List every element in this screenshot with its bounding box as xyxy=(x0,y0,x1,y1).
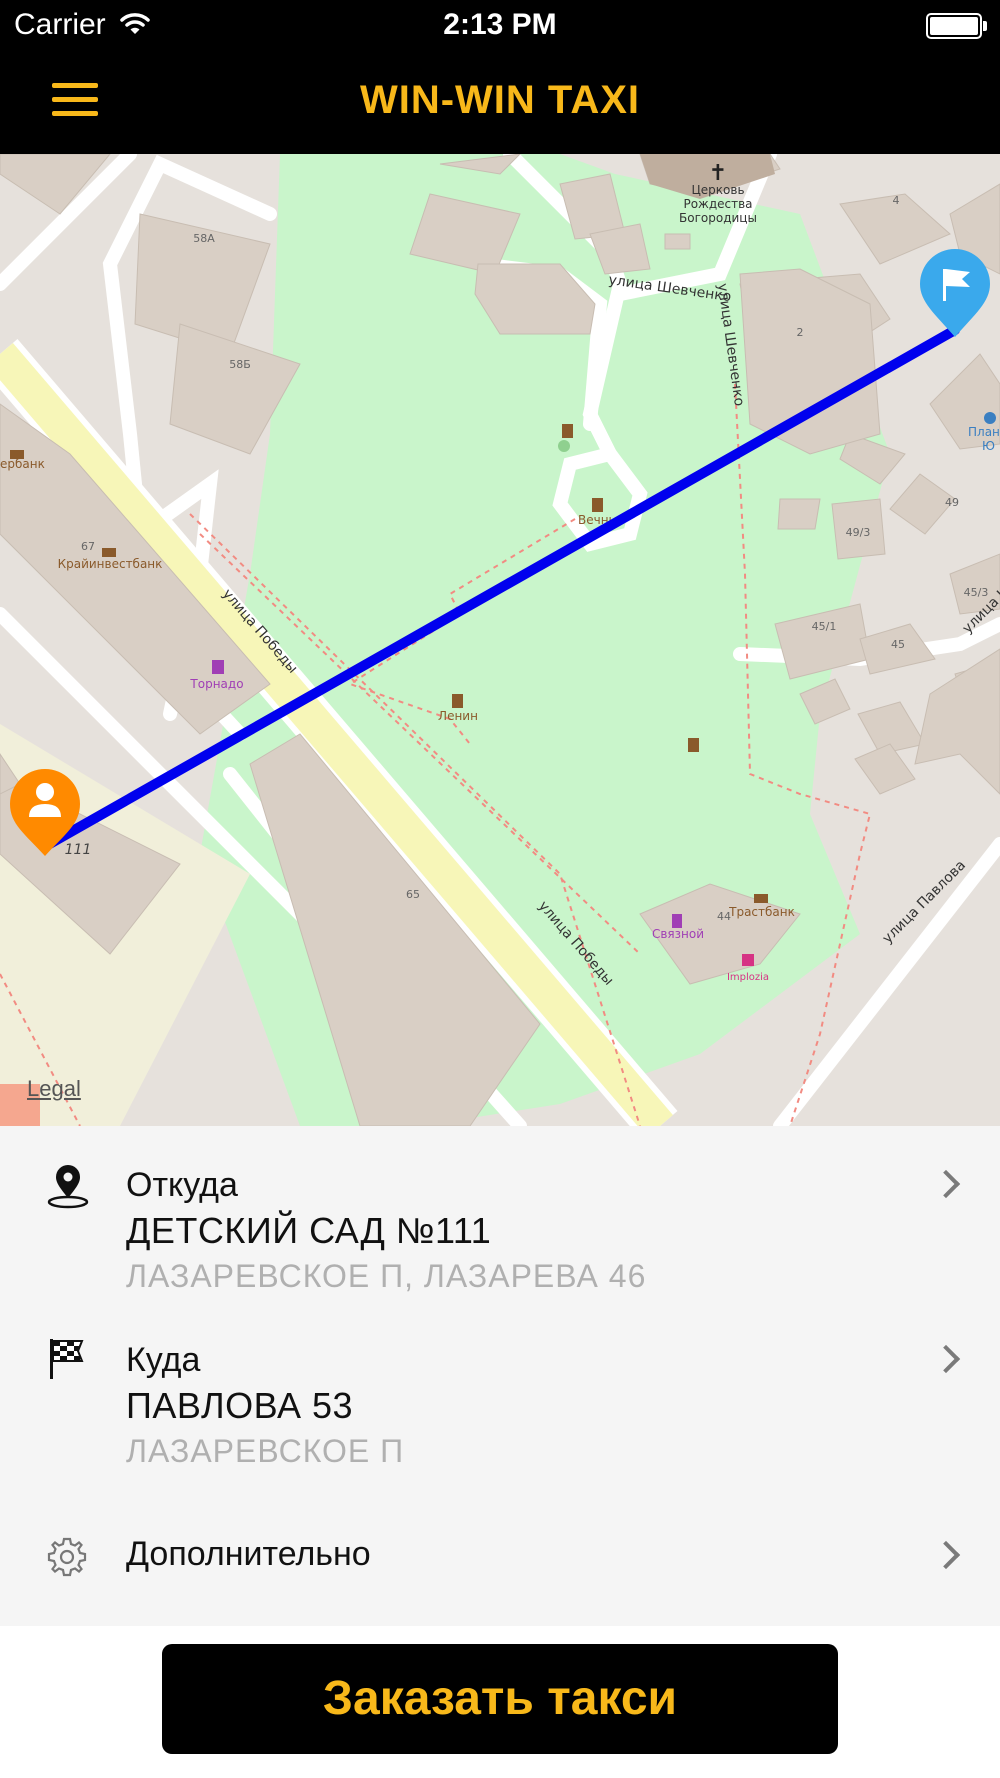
cross-icon: ✝ xyxy=(709,160,727,185)
yu-label: Ю xyxy=(982,439,995,453)
from-label: Откуда xyxy=(126,1166,238,1204)
chevron-right-icon xyxy=(931,1344,961,1374)
map-view[interactable]: ✝ Церковь Рождества Богородицы улица Шев… xyxy=(0,154,1000,1126)
building-58a-label: 58А xyxy=(193,232,215,245)
park-feature-icon xyxy=(558,440,570,452)
monument-icon xyxy=(688,738,699,752)
implozia-label: Implozia xyxy=(727,972,769,983)
building-45-3-label: 45/3 xyxy=(964,586,989,599)
pharmacy-icon xyxy=(742,954,754,966)
person-icon xyxy=(36,783,54,801)
building-65-label: 65 xyxy=(406,888,420,901)
from-address-subtitle: ЛАЗАРЕВСКОЕ П, ЛАЗАРЕВА 46 xyxy=(126,1258,647,1294)
lenin-label: Ленин xyxy=(438,709,478,723)
church-label-3: Богородицы xyxy=(679,211,757,225)
map-canvas[interactable]: ✝ Церковь Рождества Богородицы улица Шев… xyxy=(0,154,1000,1126)
legal-link[interactable]: Legal xyxy=(27,1076,81,1102)
order-area: Заказать такси xyxy=(0,1626,1000,1778)
building-49-label: 49 xyxy=(945,496,959,509)
monument-icon xyxy=(592,498,603,512)
to-address-title: ПАВЛОВА 53 xyxy=(126,1385,353,1426)
building-4-label: 4 xyxy=(893,194,900,207)
building-45-1-label: 45/1 xyxy=(812,620,837,633)
sberbank-label: ербанк xyxy=(0,457,45,471)
battery-icon xyxy=(926,13,987,39)
options-row[interactable]: Дополнительно xyxy=(0,1501,1000,1611)
tornado-label: Торнадо xyxy=(189,677,243,691)
monument-icon xyxy=(452,694,463,708)
gear-icon xyxy=(46,1536,88,1583)
monument-icon xyxy=(562,424,573,438)
app-title: WIN-WIN TAXI xyxy=(359,78,641,122)
from-row[interactable]: Откуда ДЕТСКИЙ САД №111 ЛАЗАРЕВСКОЕ П, Л… xyxy=(0,1126,1000,1301)
bank-icon xyxy=(10,450,24,459)
nav-bar: WIN-WIN TAXI xyxy=(0,52,1000,154)
planetarium-icon xyxy=(984,412,996,424)
chevron-right-icon xyxy=(931,1540,961,1570)
building-49-3-label: 49/3 xyxy=(846,526,871,539)
order-taxi-button[interactable]: Заказать такси xyxy=(162,1644,838,1754)
trastbank-label: Трастбанк xyxy=(728,905,795,919)
building-45-label: 45 xyxy=(891,638,905,651)
address-panel: Откуда ДЕТСКИЙ САД №111 ЛАЗАРЕВСКОЕ П, Л… xyxy=(0,1126,1000,1626)
bank-icon xyxy=(102,548,116,557)
options-label: Дополнительно xyxy=(126,1535,371,1573)
to-address-subtitle: ЛАЗАРЕВСКОЕ П xyxy=(126,1433,405,1469)
building-58b-label: 58Б xyxy=(229,358,251,371)
flag-icon xyxy=(943,269,946,301)
status-time: 2:13 PM xyxy=(443,8,557,41)
building-111-label: 111 xyxy=(65,842,92,858)
planetarium-label: Плане xyxy=(968,425,1000,439)
building-2-label: 2 xyxy=(797,326,804,339)
status-bar: Carrier 2:13 PM xyxy=(0,0,1000,52)
bank-icon xyxy=(754,894,768,903)
church-label-1: Церковь xyxy=(691,183,744,197)
location-pin-icon xyxy=(46,1164,90,1215)
shop-icon xyxy=(212,660,224,674)
to-row[interactable]: Куда ПАВЛОВА 53 ЛАЗАРЕВСКОЕ П xyxy=(0,1301,1000,1476)
destination-flag-marker[interactable] xyxy=(920,249,990,337)
svyaznoy-label: Связной xyxy=(652,927,704,941)
church-label-2: Рождества xyxy=(683,197,752,211)
to-label: Куда xyxy=(126,1341,201,1379)
chevron-right-icon xyxy=(931,1169,961,1199)
krayinvestbank-label: Крайинвестбанк xyxy=(58,557,163,571)
checkered-flag-icon xyxy=(46,1337,86,1386)
from-address-title: ДЕТСКИЙ САД №111 xyxy=(126,1210,492,1251)
phone-shop-icon xyxy=(672,914,682,928)
building-67-label: 67 xyxy=(81,540,95,553)
